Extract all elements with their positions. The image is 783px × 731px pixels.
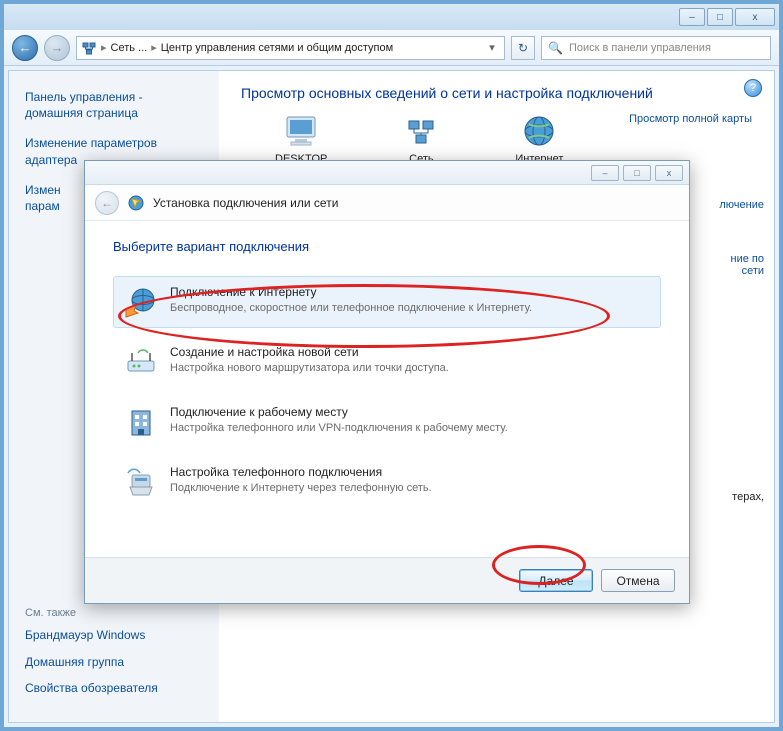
option-new-network[interactable]: Создание и настройка новой сети Настройк… [113,336,661,388]
chevron-right-icon: ▸ [101,41,107,54]
option-desc: Подключение к Интернету через телефонную… [170,481,432,495]
sidebar-link-browser-props[interactable]: Свойства обозревателя [25,680,158,696]
option-workplace[interactable]: Подключение к рабочему месту Настройка т… [113,396,661,448]
globe-arrow-icon [124,285,158,319]
wizard-dialog: – □ x ← Установка подключения или сети В… [84,160,690,604]
partial-link[interactable]: ние посети [731,253,764,277]
option-internet[interactable]: Подключение к Интернету Беспроводное, ск… [113,276,661,328]
breadcrumb[interactable]: ▸ Сеть ... ▸ Центр управления сетями и о… [76,36,505,60]
minimize-button[interactable]: – [679,8,705,26]
network-icon [81,40,97,56]
next-button[interactable]: Далее [519,569,593,592]
refresh-button[interactable]: ↻ [511,36,535,60]
dialog-body: Выберите вариант подключения Подключение… [85,221,689,508]
option-title: Создание и настройка новой сети [170,345,449,359]
chevron-right-icon: ▸ [151,41,157,54]
modem-icon [124,465,158,499]
arrow-left-icon: ← [101,196,113,210]
dialog-footer: Далее Отмена [85,557,689,603]
option-desc: Настройка телефонного или VPN-подключени… [170,421,508,435]
map-node-internet: Интернет [515,113,563,165]
nav-forward-button[interactable]: → [44,35,70,61]
cancel-button[interactable]: Отмена [601,569,675,592]
see-also-label: См. также [25,607,158,619]
arrow-left-icon: ← [19,40,32,55]
page-title: Просмотр основных сведений о сети и наст… [241,85,752,101]
network-map-row: DESKTOP Сеть Интернет [241,113,752,165]
computer-icon [281,113,321,149]
option-desc: Беспроводное, скоростное или телефонное … [170,301,532,315]
help-icon: ? [750,82,756,94]
dialog-title: Установка подключения или сети [153,196,338,210]
address-bar: ← → ▸ Сеть ... ▸ Центр управления сетями… [4,30,779,66]
sidebar-link-homegroup[interactable]: Домашняя группа [25,654,158,670]
option-title: Настройка телефонного подключения [170,465,432,479]
search-input[interactable]: 🔍 Поиск в панели управления [541,36,771,60]
sidebar-footer: См. также Брандмауэр Windows Домашняя гр… [25,607,158,706]
search-icon: 🔍 [548,41,563,55]
dlg-close-button[interactable]: x [655,165,683,181]
dialog-header: ← Установка подключения или сети [85,185,689,221]
dlg-maximize-button[interactable]: □ [623,165,651,181]
dialog-heading: Выберите вариант подключения [113,239,661,254]
dlg-back-button[interactable]: ← [95,191,119,215]
window-titlebar: – □ x [4,4,779,30]
option-title: Подключение к рабочему месту [170,405,508,419]
router-icon [124,345,158,379]
nav-back-button[interactable]: ← [12,35,38,61]
option-dialup[interactable]: Настройка телефонного подключения Подклю… [113,456,661,508]
map-node-desktop: DESKTOP [275,113,327,165]
map-node-network: Сеть [401,113,441,165]
arrow-right-icon: → [51,40,64,55]
partial-link[interactable]: лючение [719,199,764,211]
search-placeholder: Поиск в панели управления [569,42,711,54]
link-full-map[interactable]: Просмотр полной карты [629,113,752,125]
breadcrumb-item[interactable]: Центр управления сетями и общим доступом [161,42,393,54]
dlg-minimize-button[interactable]: – [591,165,619,181]
breadcrumb-item[interactable]: Сеть ... [111,42,148,54]
partial-text: терах, [732,491,764,503]
globe-icon [519,113,559,149]
sidebar-link-home[interactable]: Панель управления - домашняя страница [25,89,203,121]
wizard-icon [127,194,145,212]
refresh-icon: ↻ [518,41,528,55]
dialog-titlebar: – □ x [85,161,689,185]
breadcrumb-dropdown[interactable]: ▾ [484,41,500,54]
option-desc: Настройка нового маршрутизатора или точк… [170,361,449,375]
building-icon [124,405,158,439]
option-title: Подключение к Интернету [170,285,532,299]
sidebar-link-firewall[interactable]: Брандмауэр Windows [25,627,158,643]
maximize-button[interactable]: □ [707,8,733,26]
close-button[interactable]: x [735,8,775,26]
help-button[interactable]: ? [744,79,762,97]
network-node-icon [401,113,441,149]
